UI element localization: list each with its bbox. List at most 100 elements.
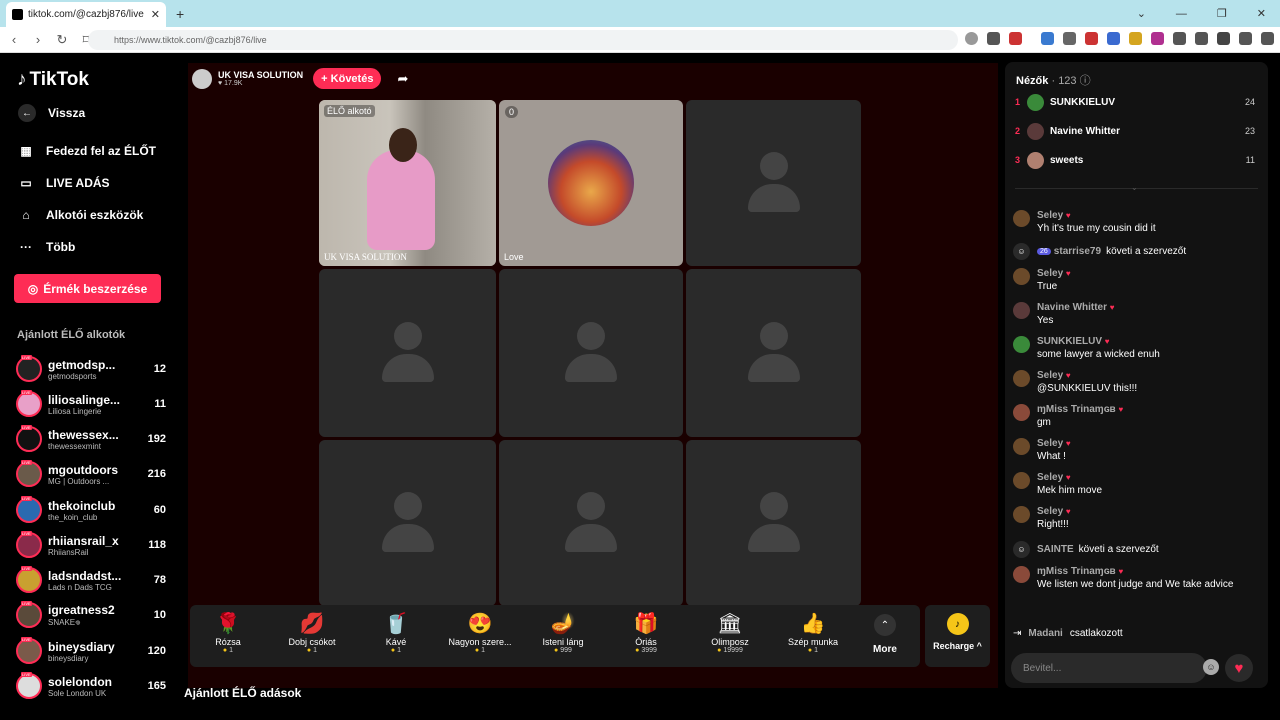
gift-item[interactable]: 🎁 Óriás3999	[606, 605, 686, 667]
avatar	[16, 531, 42, 558]
viewer-count: 60	[153, 504, 166, 516]
recharge-button[interactable]: ♪ Recharge ^	[925, 605, 990, 667]
host-avatar[interactable]	[192, 68, 212, 89]
more-gifts-button[interactable]: ⌃ More	[873, 614, 898, 655]
sidebar-icon[interactable]	[1217, 32, 1230, 45]
chat-username[interactable]: SUNKKIELUV	[1037, 336, 1102, 347]
extension-icon[interactable]	[1151, 32, 1164, 45]
top-viewer-row[interactable]: 1 SUNKKIELUV 24	[1015, 92, 1255, 112]
chat-username[interactable]: ɱMiss Trinaɱɢʙ	[1037, 566, 1116, 577]
empty-seat-tile[interactable]	[686, 269, 861, 437]
chat-username[interactable]: Seley	[1037, 370, 1063, 381]
creator-item[interactable]: getmodsp...getmodsports 12	[16, 354, 166, 384]
chat-username[interactable]: SAINTE	[1037, 544, 1074, 555]
brave-shield-icon[interactable]	[987, 32, 1000, 45]
chat-username[interactable]: Seley	[1037, 438, 1063, 449]
gift-item[interactable]: 🌹 Rózsa1	[188, 605, 268, 667]
creator-item[interactable]: ladsndadst...Lads n Dads TCG 78	[16, 565, 166, 595]
wallet-icon[interactable]	[1239, 32, 1252, 45]
avatar	[1013, 336, 1030, 353]
chat-text: some lawyer a wicked enuh	[1037, 349, 1160, 360]
tiktok-logo[interactable]: ♪ TikTok	[17, 69, 89, 91]
extension-icon[interactable]	[1107, 32, 1120, 45]
gift-item[interactable]: 😍 Nagyon szere...1	[440, 605, 520, 667]
creator-item[interactable]: thewessex...thewessexmint 192	[16, 424, 166, 454]
sidebar-item-creator-tools[interactable]: ⌂ Alkotói eszközök	[18, 207, 143, 223]
empty-seat-tile[interactable]	[686, 440, 861, 606]
sidebar-item-more[interactable]: ··· Több	[18, 239, 75, 255]
creator-item[interactable]: thekoinclubthe_koin_club 60	[16, 495, 166, 525]
sidebar-item-explore-live[interactable]: ▦ Fedezd fel az ÉLŐT	[18, 143, 156, 159]
calendar-icon: ▦	[20, 144, 32, 158]
empty-seat-tile[interactable]	[319, 440, 496, 606]
leo-icon[interactable]	[1261, 32, 1274, 45]
close-tab-icon[interactable]: ✕	[151, 8, 160, 21]
guest-tile[interactable]: 0 Love	[499, 100, 683, 266]
creator-sub: MG | Outdoors ...	[48, 476, 110, 486]
joined-username[interactable]: Madani	[1028, 628, 1062, 639]
back-arrow-icon[interactable]: ‹	[4, 32, 24, 47]
avatar	[1013, 302, 1030, 319]
chat-username[interactable]: Seley	[1037, 210, 1063, 221]
sidebar-item-live-broadcast[interactable]: ▭ LIVE ADÁS	[18, 175, 109, 191]
creator-item[interactable]: mgoutdoorsMG | Outdoors ... 216	[16, 459, 166, 489]
creator-item[interactable]: liliosalinge...Liliosa Lingerie 11	[16, 389, 166, 419]
help-icon[interactable]: ⓘ	[1080, 75, 1091, 87]
follow-button[interactable]: + Követés	[313, 68, 382, 89]
extension-icon[interactable]	[1173, 32, 1186, 45]
system-action: követi a szervezőt	[1106, 246, 1187, 257]
forward-arrow-icon[interactable]: ›	[28, 32, 48, 47]
puzzle-icon[interactable]	[1195, 32, 1208, 45]
chat-username[interactable]: Seley	[1037, 472, 1063, 483]
gift-item[interactable]: 🥤 Kávé1	[356, 605, 436, 667]
creator-sub: the_koin_club	[48, 512, 98, 522]
brave-rewards-icon[interactable]	[1009, 32, 1022, 45]
expand-chevron-icon[interactable]: ⌄	[1131, 183, 1138, 192]
close-window-icon[interactable]: ✕	[1257, 7, 1266, 20]
hls-extension-icon[interactable]	[1085, 32, 1098, 45]
empty-seat-tile[interactable]	[499, 269, 683, 437]
logo-text: TikTok	[29, 69, 89, 90]
creator-item[interactable]: igreatness2SNAKE𖦹 10	[16, 600, 166, 630]
share-icon[interactable]: ➦	[397, 71, 408, 87]
host-video-tile[interactable]: ÉLŐ alkotó UK VISA SOLUTION	[319, 100, 496, 266]
chat-username[interactable]: ɱMiss Trinaɱɢʙ	[1037, 404, 1116, 415]
avatar	[16, 637, 42, 664]
url-input[interactable]: https://www.tiktok.com/@cazbj876/live	[88, 30, 958, 50]
chat-username[interactable]: Navine Whitter	[1037, 302, 1107, 313]
viewers-header[interactable]: Nézők · 123 ⓘ	[1016, 72, 1091, 88]
chat-username[interactable]: Seley	[1037, 268, 1063, 279]
creator-item[interactable]: bineysdiarybineysdiary 120	[16, 636, 166, 666]
avatar	[1013, 404, 1030, 421]
get-coins-button[interactable]: ◎ Érmék beszerzése	[14, 274, 161, 303]
translate-icon[interactable]	[1041, 32, 1054, 45]
chat-username[interactable]: starrise79	[1054, 246, 1101, 257]
tab-search-icon[interactable]: ⌄	[1137, 7, 1146, 20]
chat-input[interactable]	[1011, 653, 1207, 683]
empty-seat-tile[interactable]	[499, 440, 683, 606]
top-viewer-row[interactable]: 2 Navine Whitter 23	[1015, 121, 1255, 141]
emoji-icon[interactable]: ☺	[1203, 659, 1219, 675]
creator-item[interactable]: rhiiansrail_xRhiiansRail 118	[16, 530, 166, 560]
gift-item[interactable]: 👍 Szép munka1	[773, 605, 853, 667]
maximize-icon[interactable]: ❐	[1217, 7, 1227, 20]
gift-item[interactable]: 🪔 Isteni láng999	[523, 605, 603, 667]
creator-item[interactable]: solelondonSole London UK 165	[16, 671, 166, 701]
host-name[interactable]: UK VISA SOLUTION	[218, 70, 303, 80]
like-heart-button[interactable]: ♥	[1225, 654, 1253, 682]
chat-username[interactable]: Seley	[1037, 506, 1063, 517]
gift-price: 999	[523, 647, 603, 654]
zoom-icon[interactable]	[965, 32, 978, 45]
extension-icon[interactable]	[1129, 32, 1142, 45]
empty-seat-tile[interactable]	[686, 100, 861, 266]
browser-tab[interactable]: tiktok.com/@cazbj876/live ✕	[6, 2, 166, 27]
gift-item[interactable]: 🏛 Olimposz19999	[690, 605, 770, 667]
top-viewer-row[interactable]: 3 sweets 11	[1015, 150, 1255, 170]
minimize-icon[interactable]: —	[1176, 8, 1187, 20]
gift-item[interactable]: 💋 Dobj csókot1	[272, 605, 352, 667]
new-tab-button[interactable]: +	[176, 6, 184, 22]
back-button[interactable]: ← Vissza	[18, 104, 85, 122]
reload-icon[interactable]: ↻	[52, 32, 72, 48]
empty-seat-tile[interactable]	[319, 269, 496, 437]
extension-icon[interactable]	[1063, 32, 1076, 45]
